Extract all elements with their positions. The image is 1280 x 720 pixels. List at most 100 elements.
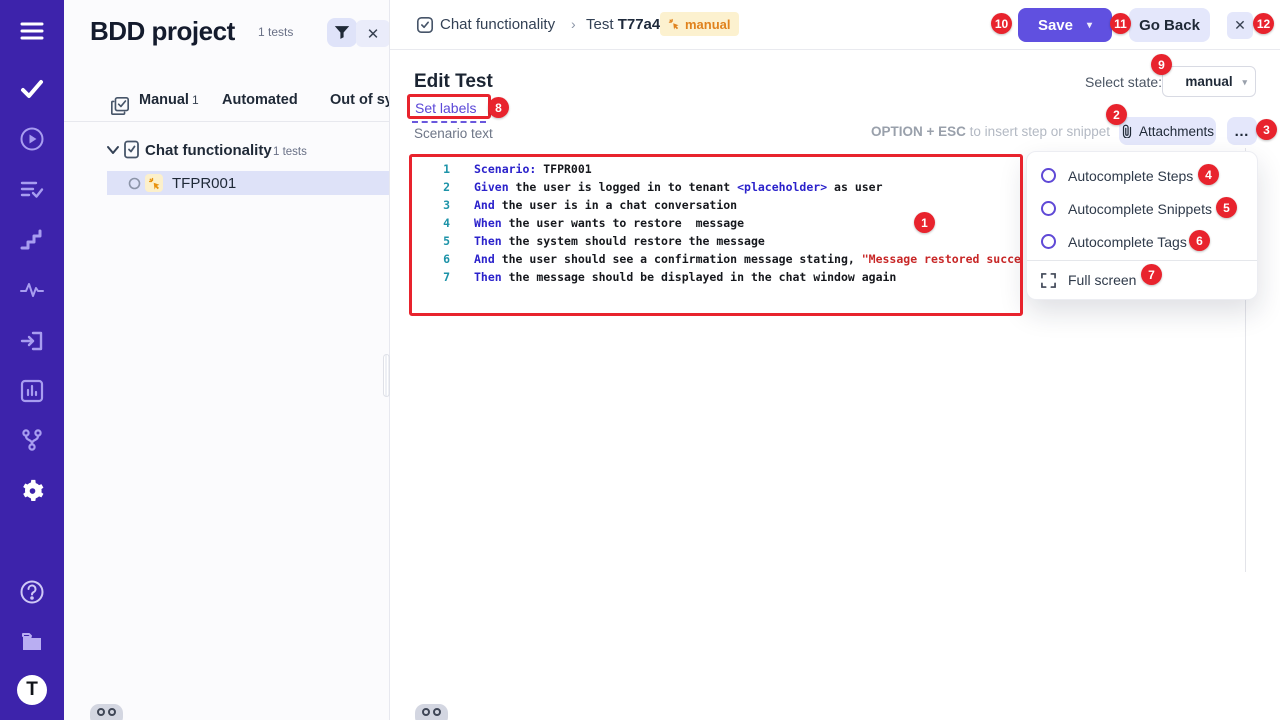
radio-circle-icon[interactable] [1041, 201, 1056, 216]
line-number: 6 [414, 250, 450, 268]
more-options-button[interactable]: … [1227, 117, 1257, 145]
filter-button[interactable] [327, 18, 357, 47]
annotation-badge-10: 10 [991, 13, 1012, 34]
code-segment-kw: Then [474, 268, 502, 286]
task-check-icon [416, 16, 434, 34]
main-area: Chat functionality › Test T77a4edf0 manu… [390, 0, 1280, 720]
help-icon[interactable] [17, 578, 47, 606]
manual-status-badge: manual [660, 12, 739, 36]
radio-circle-icon[interactable] [1041, 234, 1056, 249]
check-icon[interactable] [17, 75, 47, 103]
annotation-badge-12: 12 [1253, 13, 1274, 34]
save-dropdown-caret[interactable]: ▾ [1087, 20, 1092, 31]
line-number: 4 [414, 214, 450, 232]
annotation-badge-8: 8 [488, 97, 509, 118]
select-caret-icon: ▾ [1242, 77, 1247, 88]
annotation-badge-3: 3 [1256, 119, 1277, 140]
annotation-badge-7: 7 [1141, 264, 1162, 285]
code-segment-tx: the user should see a confirmation messa… [495, 250, 862, 268]
annotation-badge-1: 1 [914, 212, 935, 233]
tree-group-chat-functionality[interactable]: Chat functionality 1 tests [64, 139, 390, 165]
annotation-badge-4: 4 [1198, 164, 1219, 185]
code-segment-kw: And [474, 250, 495, 268]
shortcut-hint: OPTION + ESC to insert step or snippet [830, 124, 1110, 139]
paperclip-icon [1121, 124, 1133, 138]
chevron-down-icon[interactable] [106, 145, 120, 155]
line-number: 3 [414, 196, 450, 214]
menu-item-autocomplete-tags[interactable]: Autocomplete Tags [1027, 225, 1257, 258]
logo-letter: T [17, 675, 47, 705]
go-back-button[interactable]: Go Back [1129, 8, 1210, 42]
activity-icon[interactable] [17, 276, 47, 304]
breadcrumb-section[interactable]: Chat functionality [440, 16, 555, 33]
tree-group-count: 1 tests [273, 146, 307, 158]
test-tabs: Manual1 Automated Out of sync [64, 85, 390, 122]
brand-logo[interactable]: T [17, 676, 47, 704]
git-branch-icon[interactable] [17, 426, 47, 454]
docs-icon[interactable] [17, 627, 47, 655]
filter-icon [334, 25, 350, 40]
doc-check-icon [123, 140, 140, 159]
code-segment-kw: Then [474, 232, 502, 250]
code-segment-kw: Given [474, 178, 509, 196]
project-title: BDD project [90, 16, 235, 47]
select-state-label: Select state: [1085, 74, 1162, 90]
main-bottom-pill[interactable] [415, 704, 448, 720]
annotation-badge-9: 9 [1151, 54, 1172, 75]
annotation-badge-5: 5 [1216, 197, 1237, 218]
menu-icon[interactable] [17, 17, 47, 45]
tree-item-tfpr001[interactable]: TFPR001 [107, 171, 390, 195]
annotation-badge-6: 6 [1189, 230, 1210, 251]
set-labels-underline [412, 121, 486, 123]
code-segment-ph: <placeholder> [737, 178, 827, 196]
code-segment-tx: the user is logged in to tenant [509, 178, 737, 196]
copy-check-icon[interactable] [105, 92, 135, 120]
code-segment-tx: the user wants to restore message [502, 214, 744, 232]
line-number: 2 [414, 178, 450, 196]
code-segment-tx: TFPR001 [536, 160, 591, 178]
code-segment-tx: the user is in a chat conversation [495, 196, 737, 214]
line-number: 7 [414, 268, 450, 286]
play-circle-icon[interactable] [17, 125, 47, 153]
list-check-icon[interactable] [17, 175, 47, 203]
radio-circle-icon[interactable] [1041, 168, 1056, 183]
breadcrumb-separator: › [571, 16, 576, 32]
status-circle-icon[interactable] [128, 177, 141, 190]
tree-item-label: TFPR001 [172, 175, 236, 192]
page-title: Edit Test [414, 71, 493, 93]
stairs-icon[interactable] [17, 226, 47, 254]
tab-automated[interactable]: Automated [222, 92, 298, 108]
attachments-button[interactable]: Attachments [1119, 117, 1216, 145]
scenario-text-label: Scenario text [414, 126, 493, 141]
code-segment-kw: Scenario: [474, 160, 536, 178]
code-segment-tx: the message should be displayed in the c… [502, 268, 897, 286]
state-select[interactable]: manual ▾ [1162, 66, 1256, 97]
menu-item-autocomplete-steps[interactable]: Autocomplete Steps [1027, 159, 1257, 192]
cursor-click-icon [668, 18, 680, 30]
app-sidebar: T [0, 0, 64, 720]
tab-out-of-sync[interactable]: Out of sync [330, 92, 390, 108]
sign-in-icon[interactable] [17, 327, 47, 355]
gear-icon[interactable] [17, 477, 47, 505]
cursor-click-icon [145, 174, 163, 192]
panel-bottom-pill[interactable] [90, 704, 123, 720]
panel-resize-handle[interactable] [383, 354, 390, 397]
topbar: Chat functionality › Test T77a4edf0 manu… [390, 0, 1280, 50]
project-test-count: 1 tests [258, 25, 293, 39]
code-segment-tx: the system should restore the message [502, 232, 765, 250]
code-segment-kw: And [474, 196, 495, 214]
save-button[interactable]: Save▾ [1018, 8, 1112, 42]
tab-manual[interactable]: Manual1 [139, 92, 199, 108]
tab-manual-count: 1 [192, 93, 199, 107]
project-panel: BDD project 1 tests ✕ Manual1 Automated … [64, 0, 390, 720]
code-segment-kw: When [474, 214, 502, 232]
close-button[interactable]: ✕ [1227, 12, 1253, 39]
line-number: 5 [414, 232, 450, 250]
set-labels-link[interactable]: Set labels [415, 100, 476, 116]
code-segment-str: "Message restored succe [862, 250, 1021, 268]
bar-chart-icon[interactable] [17, 377, 47, 405]
code-segment-tx: as user [827, 178, 882, 196]
tree-group-label: Chat functionality [145, 142, 272, 159]
panel-close-button[interactable]: ✕ [356, 20, 390, 47]
line-number: 1 [414, 160, 450, 178]
